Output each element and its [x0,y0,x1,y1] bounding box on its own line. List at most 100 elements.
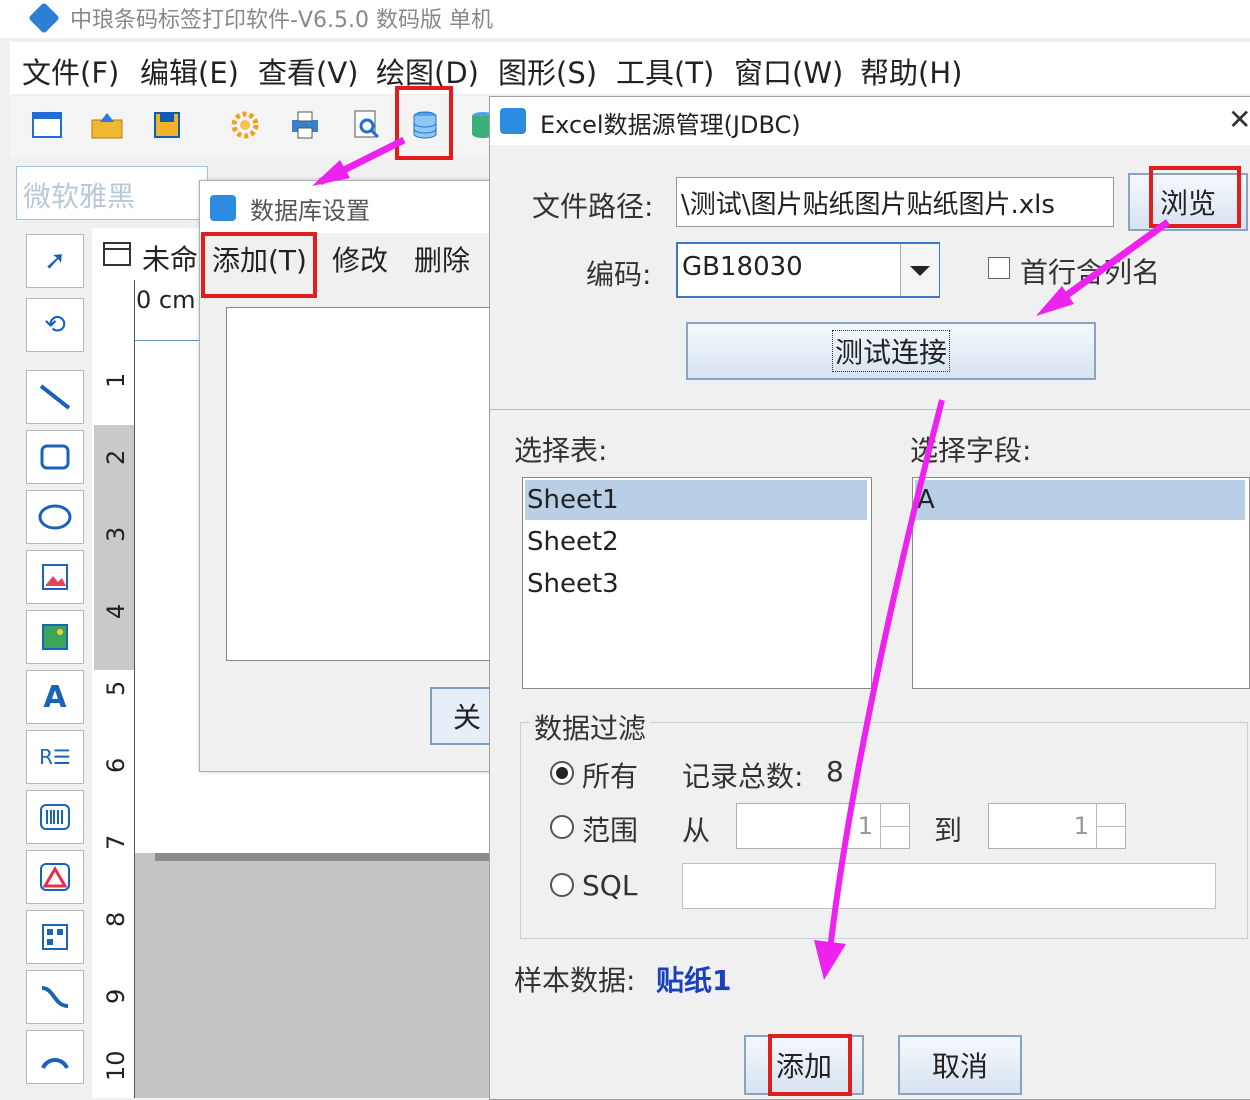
arc-tool-icon[interactable] [26,1030,84,1084]
test-connection-button[interactable]: 测试连接 [686,322,1096,380]
all-label: 所有 [582,760,639,793]
from-value: 1 [857,812,873,840]
ruler-number: 6 [102,757,130,773]
list-item[interactable]: Sheet1 [525,480,867,520]
excel-datasource-dialog: Excel数据源管理(JDBC) ✕ 文件路径: \测试\图片贴纸图片贴纸图片.… [489,96,1250,1100]
pointer-icon[interactable]: ➚ [26,234,84,288]
cancel-button[interactable]: 取消 [898,1035,1022,1095]
from-stepper[interactable]: 1 [736,803,910,849]
data-filter-label: 数据过滤 [530,707,651,747]
menu-window[interactable]: 窗口(W) [734,50,843,92]
print-preview-icon[interactable] [348,106,386,144]
file-path-value: \测试\图片贴纸图片贴纸图片.xls [681,190,1055,220]
list-item[interactable]: Sheet2 [525,522,867,562]
total-value: 8 [826,755,844,788]
ruler-number: 8 [102,911,130,927]
ruler-number: 2 [102,449,130,465]
barcode-tool-icon[interactable] [26,790,84,844]
line-tool-icon[interactable] [26,370,84,424]
ruler-number: 10 [102,1050,130,1081]
menu-shape[interactable]: 图形(S) [498,50,597,92]
datasource-list[interactable] [226,307,498,661]
test-connection-label: 测试连接 [831,330,950,372]
dialog-logo-icon [500,108,526,134]
menu-file[interactable]: 文件(F) [22,50,119,92]
range-label: 范围 [582,814,639,847]
rotate-icon[interactable]: ⟲ [26,298,84,352]
save-icon[interactable] [148,106,186,144]
encoding-label: 编码: [586,258,652,291]
rectangle-tool-icon[interactable] [26,430,84,484]
stepper-arrows-icon[interactable] [1096,804,1125,848]
ellipse-tool-icon[interactable] [26,490,84,544]
file-path-input[interactable]: \测试\图片贴纸图片贴纸图片.xls [676,177,1114,227]
dialog-title: 数据库设置 [250,197,370,225]
qrcode-tool-icon[interactable] [26,910,84,964]
stepper-arrows-icon[interactable] [880,804,909,848]
menu-help[interactable]: 帮助(H) [860,50,962,92]
to-value: 1 [1073,812,1089,840]
to-stepper[interactable]: 1 [988,803,1126,849]
sample-value: 贴纸1 [656,964,732,997]
table-list[interactable]: Sheet1 Sheet2 Sheet3 [522,477,872,689]
ruler-number: 1 [102,372,130,388]
new-window-icon[interactable] [28,106,66,144]
image-tool-icon[interactable] [26,550,84,604]
ruler-number: 7 [102,834,130,850]
font-family-select[interactable]: 微软雅黑 [16,166,208,220]
text-tool-icon[interactable]: A [26,670,84,724]
file-path-label: 文件路径: [532,190,654,223]
total-label: 记录总数: [682,760,804,793]
database-2-icon[interactable] [468,106,490,144]
delete-menu[interactable]: 删除 [414,239,470,279]
modify-menu[interactable]: 修改 [332,239,388,279]
range-radio[interactable] [550,815,574,839]
window-title: 中琅条码标签打印软件-V6.5.0 数码版 单机 [70,8,493,33]
menu-tools[interactable]: 工具(T) [616,50,714,92]
select-table-label: 选择表: [514,434,608,467]
highlight-add-button [768,1034,852,1096]
title-bar: 中琅条码标签打印软件-V6.5.0 数码版 单机 [0,0,1250,38]
sql-input[interactable] [682,863,1216,909]
highlight-add-menu [201,232,317,298]
open-folder-icon[interactable] [88,106,126,144]
menu-edit[interactable]: 编辑(E) [140,50,239,92]
menu-view[interactable]: 查看(V) [258,50,358,92]
highlight-browse [1149,166,1241,228]
list-item[interactable]: Sheet3 [525,564,867,604]
first-row-label: 首行含列名 [1020,256,1161,289]
separator [490,409,1250,410]
encoding-value: GB18030 [682,252,803,282]
sql-label: SQL [582,869,638,902]
left-toolbox: ➚ ⟲ A R☰ [18,228,90,1098]
page-shadow [155,853,495,861]
document-tab-label: 未命 [142,243,199,276]
list-item[interactable]: A [915,480,1245,520]
from-label: 从 [682,814,711,847]
sql-radio[interactable] [550,873,574,897]
app-logo-icon [28,2,60,34]
select-field-label: 选择字段: [910,434,1032,467]
dialog-header: 数据库设置 [200,181,500,233]
print-icon[interactable] [286,106,324,144]
curve-tool-icon[interactable] [26,970,84,1024]
ruler-numbers: 1 2 3 4 5 6 7 8 9 10 [100,280,130,1098]
shape-tool-icon[interactable] [26,850,84,904]
chevron-down-icon[interactable] [900,244,939,296]
close-icon[interactable]: ✕ [1228,103,1250,136]
sample-label: 样本数据: [514,964,636,997]
encoding-select[interactable]: GB18030 [676,242,940,298]
ruler-number: 9 [102,988,130,1004]
to-label: 到 [934,814,963,847]
field-list[interactable]: A [912,477,1250,689]
picture-tool-icon[interactable] [26,610,84,664]
rich-text-icon[interactable]: R☰ [26,730,84,784]
first-row-checkbox[interactable] [988,257,1010,279]
canvas-outside [135,853,495,1098]
document-tab[interactable]: 未命 [92,228,202,280]
ruler-unit: 0 cm [136,286,196,314]
dialog-title: Excel数据源管理(JDBC) [540,111,801,139]
all-radio[interactable] [550,761,574,785]
gear-icon[interactable] [226,106,264,144]
highlight-database-icon [395,86,453,160]
